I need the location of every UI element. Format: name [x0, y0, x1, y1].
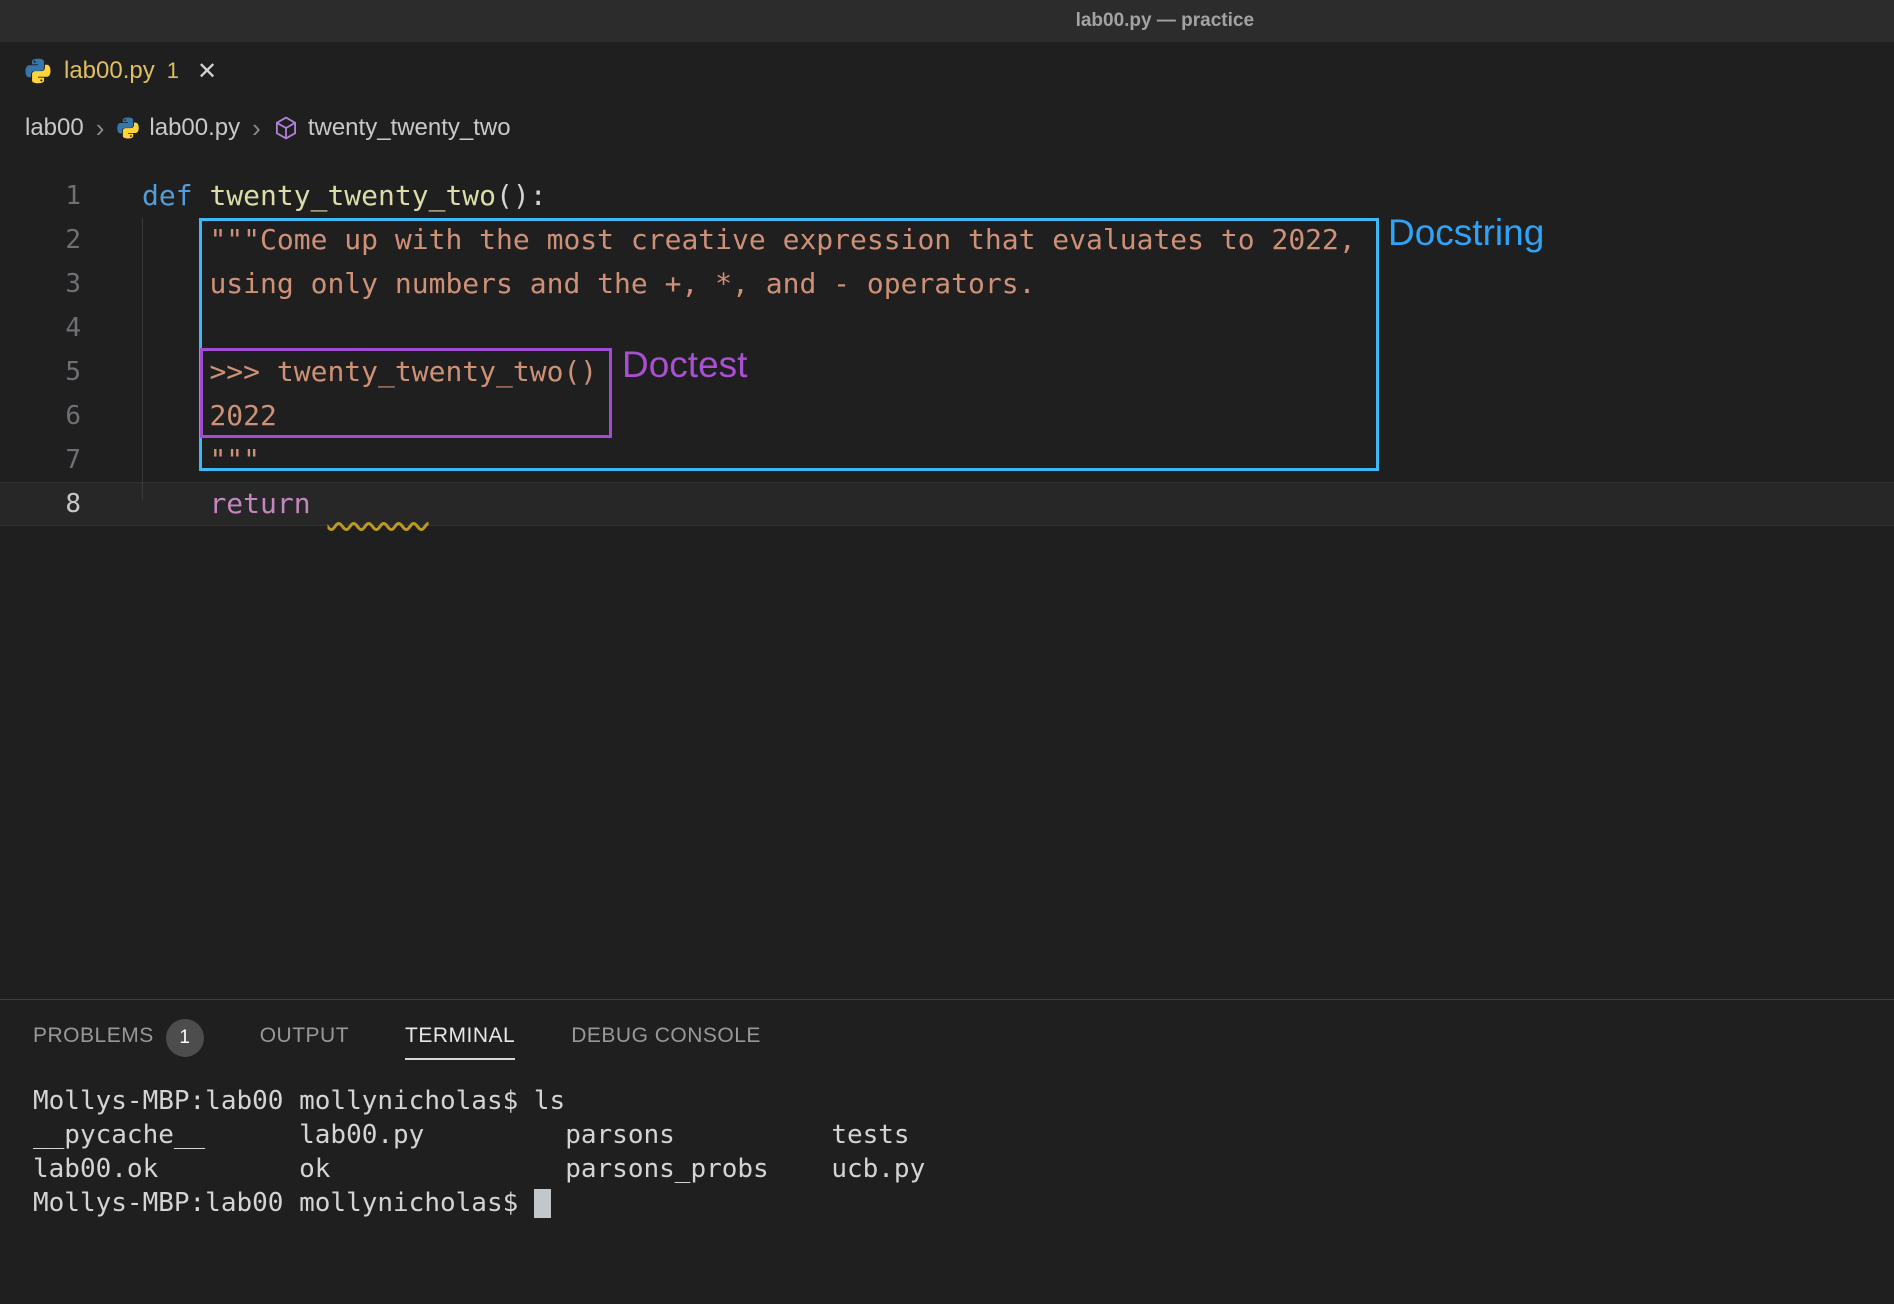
terminal-cursor — [534, 1189, 551, 1218]
line-number: 5 — [0, 350, 81, 394]
code-token — [142, 399, 209, 432]
code-line[interactable]: 1def twenty_twenty_two(): — [0, 174, 1894, 218]
panel-tab-label: PROBLEMS — [33, 1024, 154, 1060]
code-line[interactable]: 5 >>> twenty_twenty_two() — [0, 350, 1894, 394]
panel-tab-label: TERMINAL — [405, 1024, 515, 1060]
code-line[interactable]: 4 — [0, 306, 1894, 350]
vscode-window: lab00.py — practice lab00.py 1 ✕ lab00 ›… — [0, 0, 1894, 1304]
code-line[interactable]: 2 """Come up with the most creative expr… — [0, 218, 1894, 262]
tab-label: lab00.py — [64, 57, 155, 85]
code-token — [142, 355, 209, 388]
code-token — [142, 487, 209, 520]
bottom-panel: PROBLEMS 1 OUTPUT TERMINAL DEBUG CONSOLE Mol… — [0, 999, 1894, 1304]
code-token: return — [209, 487, 310, 520]
line-number: 6 — [0, 394, 81, 438]
code-token — [193, 179, 210, 212]
panel-tab-output[interactable]: OUTPUT — [260, 1024, 349, 1060]
close-icon[interactable]: ✕ — [197, 57, 217, 86]
code-token — [142, 223, 209, 256]
code-token: def — [142, 179, 193, 212]
terminal-line: lab00.ok ok parsons_probs ucb.py — [33, 1152, 1894, 1186]
code-text: """ — [81, 438, 260, 482]
panel-tabs: PROBLEMS 1 OUTPUT TERMINAL DEBUG CONSOLE — [0, 1000, 1894, 1084]
line-number: 2 — [0, 218, 81, 262]
code-token: (): — [496, 179, 547, 212]
breadcrumb-folder[interactable]: lab00 — [25, 114, 84, 142]
code-token — [327, 487, 428, 520]
panel-tab-debug-console[interactable]: DEBUG CONSOLE — [571, 1024, 761, 1060]
panel-tab-label: DEBUG CONSOLE — [571, 1024, 761, 1060]
code-text: def twenty_twenty_two(): — [81, 174, 547, 218]
breadcrumb-file[interactable]: lab00.py — [149, 114, 240, 142]
code-token: """ — [209, 443, 260, 476]
window-title: lab00.py — practice — [1076, 0, 1254, 42]
terminal-line: Mollys-MBP:lab00 mollynicholas$ — [33, 1186, 1894, 1220]
code-line[interactable]: 8 return — [0, 482, 1894, 526]
editor-tabbar: lab00.py 1 ✕ — [0, 42, 1894, 100]
code-token — [142, 267, 209, 300]
tab-modified-badge: 1 — [167, 58, 179, 84]
line-number: 8 — [0, 482, 81, 526]
terminal-line: Mollys-MBP:lab00 mollynicholas$ ls — [33, 1084, 1894, 1118]
line-number: 3 — [0, 262, 81, 306]
code-line[interactable]: 3 using only numbers and the +, *, and -… — [0, 262, 1894, 306]
code-text: 2022 — [81, 394, 277, 438]
code-token — [142, 443, 209, 476]
terminal-line: __pycache__ lab00.py parsons tests — [33, 1118, 1894, 1152]
code-text: using only numbers and the +, *, and - o… — [81, 262, 1035, 306]
terminal-output[interactable]: Mollys-MBP:lab00 mollynicholas$ ls__pyca… — [0, 1084, 1894, 1220]
code-area: 1def twenty_twenty_two():2 """Come up wi… — [0, 156, 1894, 526]
code-text: """Come up with the most creative expres… — [81, 218, 1356, 262]
titlebar: lab00.py — practice — [0, 0, 1894, 42]
line-number: 4 — [0, 306, 81, 350]
chevron-right-icon: › — [252, 113, 261, 144]
code-text: return — [81, 482, 429, 526]
breadcrumb: lab00 › lab00.py › twenty_twenty_two — [0, 100, 1894, 156]
panel-tab-terminal[interactable]: TERMINAL — [405, 1024, 515, 1060]
code-line[interactable]: 7 """ — [0, 438, 1894, 482]
symbol-cube-icon — [273, 115, 299, 141]
code-token: >>> twenty_twenty_two() — [209, 355, 597, 388]
code-text: >>> twenty_twenty_two() — [81, 350, 597, 394]
problems-count-badge: 1 — [166, 1019, 204, 1057]
code-token: 2022 — [209, 399, 276, 432]
code-text — [81, 306, 142, 350]
chevron-right-icon: › — [96, 113, 105, 144]
code-token: twenty_twenty_two — [209, 179, 496, 212]
indent-guide — [142, 218, 143, 500]
code-token: using only numbers and the +, *, and - o… — [209, 267, 1035, 300]
tab-lab00py[interactable]: lab00.py 1 ✕ — [0, 42, 239, 100]
code-line[interactable]: 6 2022 — [0, 394, 1894, 438]
code-token: """Come up with the most creative expres… — [209, 223, 1355, 256]
panel-tab-label: OUTPUT — [260, 1024, 349, 1060]
breadcrumb-symbol[interactable]: twenty_twenty_two — [308, 114, 511, 142]
code-token — [311, 487, 328, 520]
panel-tab-problems[interactable]: PROBLEMS 1 — [33, 1019, 204, 1065]
python-icon — [116, 116, 140, 140]
python-icon — [24, 57, 52, 85]
line-number: 7 — [0, 438, 81, 482]
editor[interactable]: 1def twenty_twenty_two():2 """Come up wi… — [0, 156, 1894, 999]
line-number: 1 — [0, 174, 81, 218]
